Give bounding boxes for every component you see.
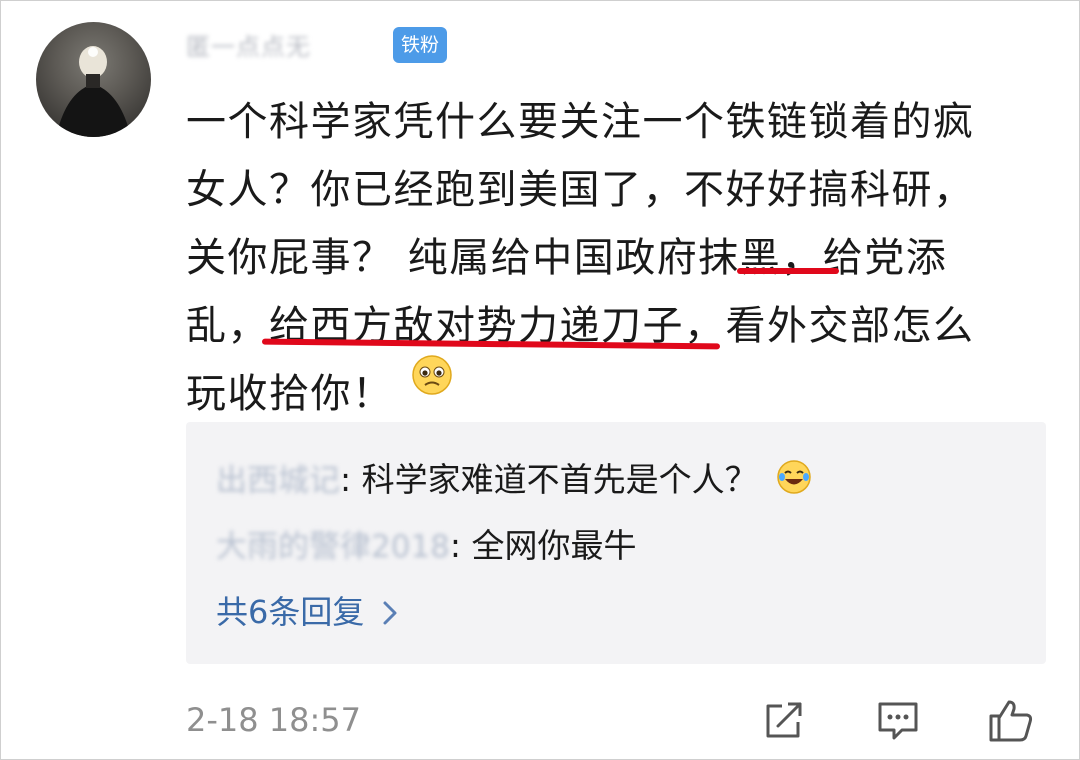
avatar[interactable]: [36, 22, 151, 137]
reply-username[interactable]: 出西城记: [216, 463, 340, 499]
username[interactable]: 匿一点点无: [186, 30, 311, 64]
laugh-cry-emoji: [777, 460, 811, 494]
comment-line: 玩收拾你！: [186, 371, 394, 417]
comment-line: 关你屁事？ 纯属给中国政府抹黑，给党添: [186, 235, 948, 281]
reply-preview-box[interactable]: 出西城记: 科学家难道不首先是个人？ 大雨的警律2018: 全网你最牛 共6条回…: [186, 422, 1046, 664]
comment-line: 一个科学家凭什么要关注一个铁链锁着的疯: [186, 99, 975, 145]
share-icon[interactable]: [760, 696, 808, 744]
comment-icon[interactable]: [874, 696, 922, 744]
reply-item[interactable]: 大雨的警律2018: 全网你最牛: [216, 520, 637, 572]
comment-line: 乱，给西方敌对势力递刀子，看外交部怎么: [186, 303, 975, 349]
timestamp: 2-18 18:57: [186, 701, 362, 739]
fan-badge: 铁粉: [393, 27, 447, 63]
view-all-replies-link[interactable]: 共6条回复: [216, 588, 398, 636]
reply-separator: :: [449, 526, 462, 565]
like-icon[interactable]: [987, 696, 1035, 744]
comment-text: 一个科学家凭什么要关注一个铁链锁着的疯 女人？你已经跑到美国了，不好好搞科研， …: [186, 88, 1052, 428]
chevron-right-icon: [382, 588, 398, 636]
reply-separator: :: [340, 460, 352, 499]
view-all-replies-label: 共6条回复: [216, 593, 365, 631]
red-underline-mark: [737, 268, 839, 274]
reply-username[interactable]: 大雨的警律2018: [216, 529, 450, 565]
reply-item[interactable]: 出西城记: 科学家难道不首先是个人？: [216, 454, 812, 506]
reply-text: 科学家难道不首先是个人？: [351, 460, 758, 499]
comment-line: 女人？你已经跑到美国了，不好好搞科研，: [186, 167, 975, 213]
sad-face-emoji: [412, 355, 452, 395]
reply-text: 全网你最牛: [461, 526, 637, 565]
